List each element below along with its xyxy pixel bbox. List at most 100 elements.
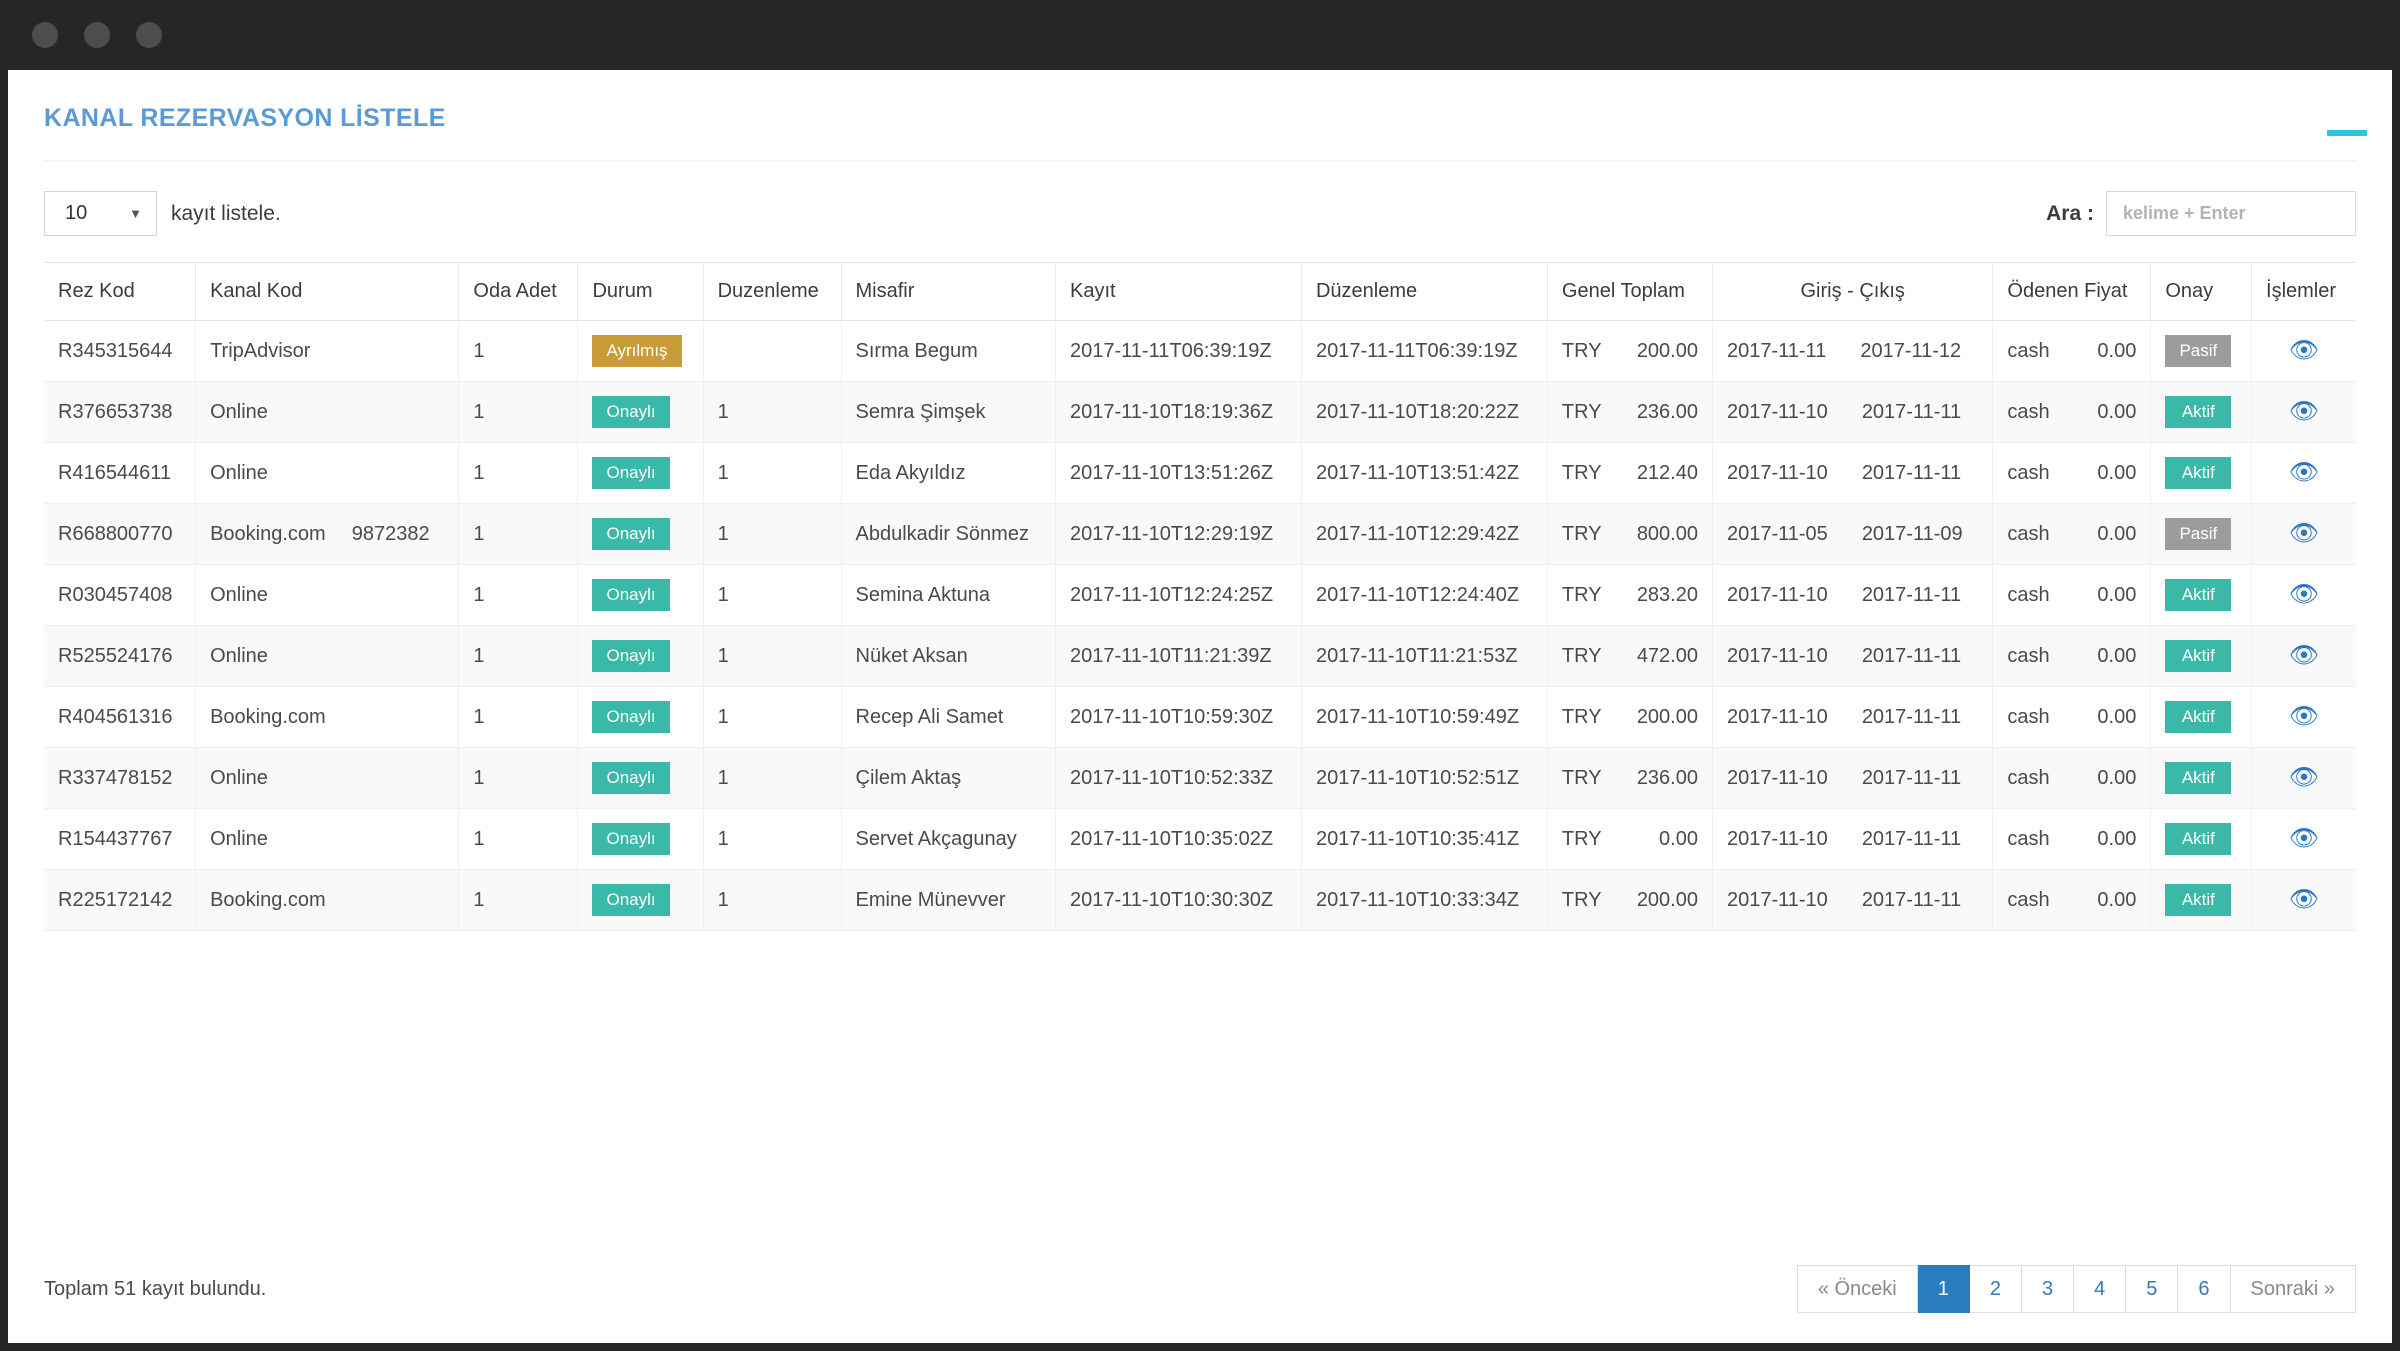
eye-icon[interactable]: 👁 xyxy=(2289,765,2319,790)
total-amount: 0.00 xyxy=(1659,827,1698,850)
column-header-duzenleme[interactable]: Düzenleme xyxy=(1300,262,1548,321)
cell-kanal-kod: Online xyxy=(195,442,459,504)
currency-code: TRY xyxy=(1561,705,1602,728)
cell-giris-cikis: 2017-11-10 2017-11-11 xyxy=(1711,442,1993,504)
paid-amount: 0.00 xyxy=(2097,522,2137,545)
pagination: « Önceki 1 2 3 4 5 6 Sonraki » xyxy=(1796,1265,2356,1313)
checkin-date: 2017-11-10 xyxy=(1726,644,1828,667)
cell-misafir: Semra Şimşek xyxy=(840,381,1056,443)
table-row[interactable]: R416544611 Online 1 Onaylı 1 Eda Akyıldız 2017… xyxy=(44,442,2356,504)
kanal-kod-name: Online xyxy=(210,766,268,789)
eye-icon[interactable]: 👁 xyxy=(2289,399,2319,424)
eye-icon[interactable]: 👁 xyxy=(2289,460,2319,485)
durum-badge: Onaylı xyxy=(592,762,670,794)
table-row[interactable]: R337478152 Online 1 Onaylı 1 Çilem Aktaş 2017-… xyxy=(44,747,2356,809)
column-header-giris-cikis[interactable]: Giriş - Çıkış xyxy=(1711,262,1993,321)
cell-oda-adet: 1 xyxy=(458,320,578,382)
pagination-button[interactable]: 2 xyxy=(1969,1265,2022,1313)
close-dot-icon[interactable] xyxy=(32,22,58,48)
kanal-kod-name: Booking.com xyxy=(210,705,326,728)
currency-code: TRY xyxy=(1561,827,1602,850)
table-row[interactable]: R345315644 TripAdvisor 1 Ayrılmış Sırma Begu… xyxy=(44,320,2356,382)
durum-badge: Ayrılmış xyxy=(592,335,682,367)
column-header-durum[interactable]: Durum xyxy=(577,262,704,321)
kanal-kod-name: Online xyxy=(210,400,268,423)
checkin-date: 2017-11-10 xyxy=(1726,461,1828,484)
table-row[interactable]: R154437767 Online 1 Onaylı 1 Servet Akçagunay… xyxy=(44,808,2356,870)
pagination-button[interactable]: 4 xyxy=(2074,1265,2127,1313)
column-header-oda-adet[interactable]: Oda Adet xyxy=(458,262,578,321)
total-amount: 283.20 xyxy=(1636,583,1698,606)
table-row[interactable]: R404561316 Booking.com 1 Onaylı 1 Recep Ali S… xyxy=(44,686,2356,748)
table-row[interactable]: R525524176 Online 1 Onaylı 1 Nüket Aksan 2017-… xyxy=(44,625,2356,687)
eye-icon[interactable]: 👁 xyxy=(2289,338,2319,363)
paid-amount: 0.00 xyxy=(2097,888,2137,911)
app-window: KANAL REZERVASYON LİSTELE 10 ▼ kayıt lis… xyxy=(0,0,2400,1351)
cell-genel-toplam: TRY 472.00 xyxy=(1546,625,1713,687)
column-header-odenen-fiyat[interactable]: Ödenen Fiyat xyxy=(1992,262,2151,321)
eye-icon[interactable]: 👁 xyxy=(2289,643,2319,668)
table-row[interactable]: R376653738 Online 1 Onaylı 1 Semra Şimşek 2017… xyxy=(44,381,2356,443)
column-header-rez-kod[interactable]: Rez Kod xyxy=(44,262,196,321)
checkin-date: 2017-11-10 xyxy=(1726,400,1828,423)
cell-islemler: 👁 xyxy=(2251,625,2356,687)
table-row[interactable]: R225172142 Booking.com 1 Onaylı 1 Emine Münev… xyxy=(44,869,2356,931)
currency-code: TRY xyxy=(1561,644,1602,667)
pagination-button[interactable]: 1 xyxy=(1917,1265,1970,1313)
pagination-button[interactable]: « Önceki xyxy=(1796,1265,1918,1313)
cell-islemler: 👁 xyxy=(2251,442,2356,504)
cell-rez-kod: R154437767 xyxy=(44,808,196,870)
cell-giris-cikis: 2017-11-11 2017-11-12 xyxy=(1711,320,1993,382)
eye-icon[interactable]: 👁 xyxy=(2289,521,2319,546)
search-input[interactable] xyxy=(2106,191,2356,236)
cell-islemler: 👁 xyxy=(2251,808,2356,870)
currency-code: TRY xyxy=(1561,522,1602,545)
page-length-select[interactable]: 10 ▼ xyxy=(44,191,157,236)
currency-code: TRY xyxy=(1561,400,1602,423)
cell-giris-cikis: 2017-11-10 2017-11-11 xyxy=(1711,869,1993,931)
payment-type: cash xyxy=(2007,644,2050,667)
cell-duzenleme: 2017-11-10T11:21:53Z xyxy=(1300,625,1548,687)
kanal-kod-name: Online xyxy=(210,461,268,484)
cell-giris-cikis: 2017-11-10 2017-11-11 xyxy=(1711,381,1993,443)
checkin-date: 2017-11-10 xyxy=(1726,888,1828,911)
cell-oda-adet: 1 xyxy=(458,869,578,931)
pagination-button[interactable]: Sonraki » xyxy=(2230,1265,2356,1313)
column-header-kanal-kod[interactable]: Kanal Kod xyxy=(195,262,459,321)
payment-type: cash xyxy=(2007,888,2050,911)
cell-duzenleme: 2017-11-10T18:20:22Z xyxy=(1300,381,1548,443)
cell-onay: Pasif xyxy=(2150,320,2252,382)
pagination-button[interactable]: 6 xyxy=(2178,1265,2231,1313)
column-header-duzenleme-count[interactable]: Duzenleme xyxy=(702,262,842,321)
table-row[interactable]: R030457408 Online 1 Onaylı 1 Semina Aktuna 201… xyxy=(44,564,2356,626)
eye-icon[interactable]: 👁 xyxy=(2289,582,2319,607)
payment-type: cash xyxy=(2007,705,2050,728)
table-row[interactable]: R668800770 Booking.com 9872382 1 Onaylı 1 Abdu… xyxy=(44,503,2356,565)
durum-badge: Onaylı xyxy=(592,457,670,489)
cell-islemler: 👁 xyxy=(2251,320,2356,382)
cell-kanal-kod: Booking.com 9872382 xyxy=(195,503,459,565)
minimize-dot-icon[interactable] xyxy=(84,22,110,48)
maximize-dot-icon[interactable] xyxy=(136,22,162,48)
column-header-misafir[interactable]: Misafir xyxy=(840,262,1056,321)
payment-type: cash xyxy=(2007,339,2050,362)
checkout-date: 2017-11-11 xyxy=(1861,583,1962,606)
cell-genel-toplam: TRY 236.00 xyxy=(1546,747,1713,809)
cell-onay: Aktif xyxy=(2150,808,2252,870)
column-header-onay[interactable]: Onay xyxy=(2150,262,2252,321)
eye-icon[interactable]: 👁 xyxy=(2289,704,2319,729)
cell-kayit: 2017-11-10T12:29:19Z xyxy=(1055,503,1302,565)
eye-icon[interactable]: 👁 xyxy=(2289,826,2319,851)
column-header-islemler[interactable]: İşlemler xyxy=(2251,262,2356,321)
eye-icon[interactable]: 👁 xyxy=(2289,887,2319,912)
column-header-kayit[interactable]: Kayıt xyxy=(1055,262,1302,321)
cell-islemler: 👁 xyxy=(2251,381,2356,443)
column-header-genel-toplam[interactable]: Genel Toplam xyxy=(1546,262,1713,321)
pagination-button[interactable]: 5 xyxy=(2126,1265,2179,1313)
page-length-value: 10 xyxy=(65,202,88,224)
header-divider xyxy=(44,160,2356,161)
pagination-button[interactable]: 3 xyxy=(2022,1265,2075,1313)
page-viewport: KANAL REZERVASYON LİSTELE 10 ▼ kayıt lis… xyxy=(8,70,2392,1343)
cell-giris-cikis: 2017-11-10 2017-11-11 xyxy=(1711,747,1993,809)
cell-odenen-fiyat: cash 0.00 xyxy=(1992,869,2151,931)
